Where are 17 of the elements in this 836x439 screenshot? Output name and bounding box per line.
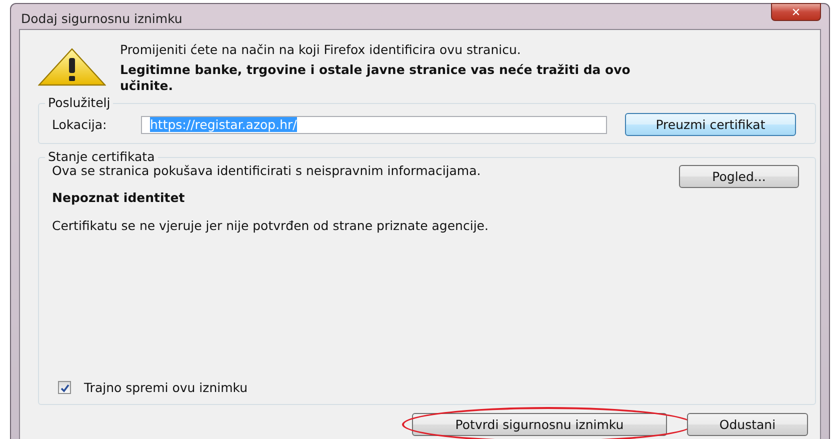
status-message: Ova se stranica pokušava identificirati s neispravnim informacijama. [52,163,481,178]
checkbox-label: Trajno spremi ovu iznimku [84,380,248,395]
warning-icon [38,48,106,86]
status-heading: Nepoznat identitet [52,190,186,205]
get-certificate-button[interactable]: Preuzmi certifikat [625,113,796,136]
window-title: Dodaj sigurnosnu iznimku [20,10,182,26]
close-button[interactable]: ✕ [771,3,821,21]
group-legend: Poslužitelj [45,95,114,110]
checkbox[interactable] [58,381,71,394]
cancel-button[interactable]: Odustani [687,413,808,436]
location-label: Lokacija: [52,117,108,132]
status-detail: Certifikatu se ne vjeruje jer nije potvrđen od strane priznate agencije. [52,218,490,233]
confirm-button[interactable]: Potvrdi sigurnosnu iznimku [412,413,667,436]
warning-text: Legitimne banke, trgovine i ostale javne stranice vas neće tražiti da ovo učinite. [120,62,632,94]
warning-text: Promijeniti ćete na način na koji Firefox identificira ovu stranicu. [120,42,522,58]
view-button[interactable]: Pogled... [679,165,799,188]
group-legend: Stanje certifikata [45,149,158,164]
